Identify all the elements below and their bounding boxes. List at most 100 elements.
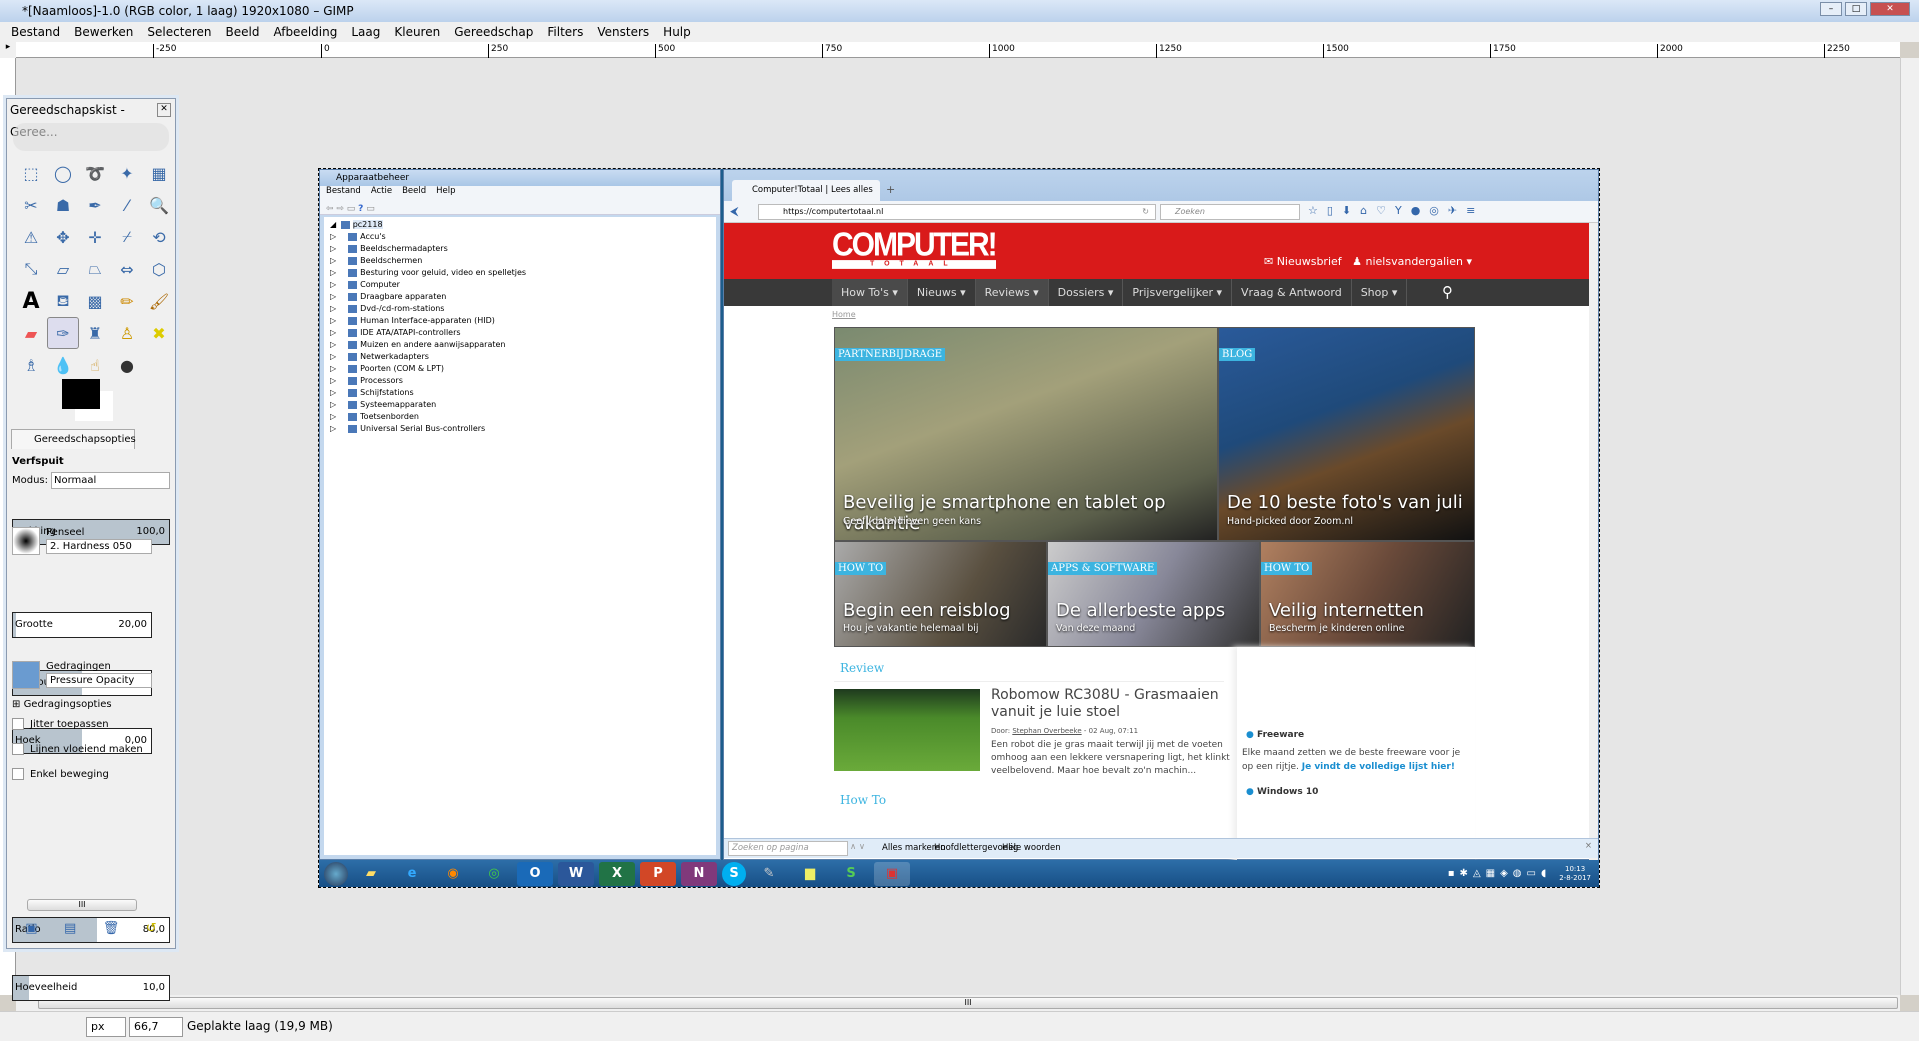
cage-icon[interactable]: ⬡ — [143, 253, 175, 285]
image-layer[interactable]: Apparaatbeheer Bestand Actie Beeld Help ⇦ ⇨… — [318, 168, 1600, 888]
move-icon[interactable]: ✥ — [47, 221, 79, 253]
scroll-thumb[interactable]: III — [38, 997, 1898, 1009]
article-card[interactable]: BLOG De 10 beste foto's van juli Hand-pi… — [1218, 327, 1475, 541]
zoom-icon[interactable]: 🔍 — [143, 189, 175, 221]
flip-icon[interactable]: ⇔ — [111, 253, 143, 285]
close-icon[interactable]: ✕ — [157, 103, 171, 117]
menu-beeld[interactable]: Beeld — [218, 22, 266, 42]
explorer-icon[interactable]: ▰ — [353, 862, 389, 886]
clone-icon[interactable]: ♙ — [111, 317, 143, 349]
start-button[interactable] — [324, 861, 348, 886]
nav-prijsvergelijker[interactable]: Prijsvergelijker ▾ — [1123, 279, 1233, 306]
blur-icon[interactable]: 💧 — [47, 349, 79, 381]
vertical-scrollbar[interactable] — [1900, 58, 1919, 995]
url-bar[interactable]: https://computertotaal.nl ↻ — [758, 204, 1156, 220]
system-tray-icons[interactable]: ▪✱◬▦◈◍▭◖ — [1448, 868, 1551, 879]
slack-icon[interactable]: S — [833, 862, 869, 886]
eraser-icon[interactable]: ▰ — [15, 317, 47, 349]
clock[interactable]: 10:13 2-8-2017 — [1551, 865, 1599, 883]
find-prev-next[interactable]: ∧ ∨ — [850, 842, 865, 852]
horizontal-scrollbar[interactable]: III — [16, 995, 1900, 1011]
unit-select[interactable]: px — [86, 1017, 126, 1037]
firefox-icon[interactable]: ◉ — [435, 862, 471, 886]
smooth-checkbox[interactable]: Lijnen vloeiend maken — [12, 738, 170, 760]
text-icon[interactable]: A — [15, 285, 47, 317]
search-icon[interactable]: ⚲ — [1442, 283, 1453, 301]
color-picker-icon[interactable]: ⁄ — [111, 189, 143, 221]
menu-afbeelding[interactable]: Afbeelding — [266, 22, 344, 42]
chrome-icon[interactable]: ◎ — [476, 862, 512, 886]
align-icon[interactable]: ✛ — [79, 221, 111, 253]
nav-reviews[interactable]: Reviews ▾ — [975, 279, 1049, 306]
tree-item[interactable]: ▷ Muizen en andere aanwijsapparaten — [330, 339, 710, 351]
tree-item[interactable]: ▷ Accu's — [330, 231, 710, 243]
devmgr-menu-item[interactable]: Help — [436, 186, 455, 200]
bucket-fill-icon[interactable]: ⛾ — [47, 285, 79, 317]
nav-dossiers[interactable]: Dossiers ▾ — [1049, 279, 1124, 306]
ellipse-select-icon[interactable]: ◯ — [47, 157, 79, 189]
powerpoint-icon[interactable]: P — [640, 861, 676, 886]
nav-howtos[interactable]: How To's ▾ — [832, 279, 908, 306]
newsletter-link[interactable]: ✉ Nieuwsbrief — [1264, 255, 1342, 268]
toolbar-icons[interactable]: ☆▯⬇⌂♡Y●◎✈≡ — [1308, 204, 1484, 217]
whole-words-button[interactable]: Hele woorden — [1002, 843, 1061, 853]
gradient-icon[interactable]: ▩ — [79, 285, 111, 317]
dynamics-options-expander[interactable]: ⊞ Gedragingsopties — [12, 699, 170, 710]
delete-options-icon[interactable]: 🗑 — [103, 921, 120, 936]
back-icon[interactable]: ⮜ — [730, 204, 739, 219]
review-author[interactable]: Stephan Overbeeke — [1012, 727, 1081, 735]
tree-item[interactable]: ▷ Besturing voor geluid, video en spellet… — [330, 267, 710, 279]
scale-icon[interactable]: ⤡ — [15, 253, 47, 285]
paint-icon[interactable]: ▣ — [874, 861, 910, 886]
onenote-icon[interactable]: N — [681, 861, 717, 886]
back-forward-icon[interactable]: ⇦ ⇨ ▭ ? ▭ — [320, 204, 375, 214]
mode-select[interactable]: Normaal — [51, 472, 170, 489]
new-tab-button[interactable]: + — [886, 183, 895, 196]
search-input[interactable]: Zoeken — [1160, 204, 1300, 220]
menu-gereedschap[interactable]: Gereedschap — [447, 22, 540, 42]
restore-options-icon[interactable]: ▤ — [64, 921, 76, 936]
jitter-checkbox[interactable]: Jitter toepassen — [12, 713, 170, 735]
airbrush-icon[interactable]: ✑ — [47, 317, 79, 349]
find-input[interactable]: Zoeken op pagina — [728, 841, 848, 856]
outlook-icon[interactable]: O — [517, 861, 553, 886]
skype-icon[interactable]: S — [722, 861, 746, 886]
quick-mask-toggle[interactable]: ▸ — [0, 42, 16, 58]
article-card[interactable]: PARTNERBIJDRAGE Beveilig je smartphone e… — [834, 327, 1218, 541]
close-button[interactable]: ✕ — [1870, 2, 1910, 16]
devmgr-menu-item[interactable]: Actie — [371, 186, 392, 200]
menu-vensters[interactable]: Vensters — [590, 22, 656, 42]
color-select-icon[interactable]: ▦ — [143, 157, 175, 189]
excel-icon[interactable]: X — [599, 861, 635, 886]
tree-item[interactable]: ▷ Poorten (COM & LPT) — [330, 363, 710, 375]
tree-item[interactable]: ▷ Schijfstations — [330, 387, 710, 399]
devmgr-menu-item[interactable]: Bestand — [326, 186, 361, 200]
review-title[interactable]: Robomow RC308U - Grasmaaien vanuit je lu… — [991, 687, 1231, 721]
paths-icon[interactable]: ✒ — [79, 189, 111, 221]
options-scrollbar[interactable]: III — [27, 899, 137, 911]
devmgr-menu-item[interactable]: Beeld — [402, 186, 426, 200]
maximize-button[interactable]: □ — [1845, 2, 1867, 16]
breadcrumb[interactable]: Home — [832, 310, 856, 319]
fuzzy-select-icon[interactable]: ✦ — [111, 157, 143, 189]
tab-tool-options[interactable]: Gereedschapsopties — [11, 429, 136, 449]
smudge-icon[interactable]: ☝ — [79, 349, 111, 381]
menu-filters[interactable]: Filters — [540, 22, 590, 42]
tree-item[interactable]: ▷ Systeemapparaten — [330, 399, 710, 411]
menu-bestand[interactable]: Bestand — [4, 22, 67, 42]
find-close-button[interactable]: × — [1585, 841, 1592, 851]
nav-vraag-antwoord[interactable]: Vraag & Antwoord — [1232, 279, 1352, 306]
save-options-icon[interactable]: ▣ — [25, 921, 37, 936]
tree-root[interactable]: ◢ pc2118 — [330, 219, 710, 231]
tree-item[interactable]: ▷ Human Interface-apparaten (HID) — [330, 315, 710, 327]
reload-icon[interactable]: ↻ — [1142, 205, 1149, 219]
tree-item[interactable]: ▷ IDE ATA/ATAPI-controllers — [330, 327, 710, 339]
size-slider[interactable]: Grootte 20,00 — [12, 612, 152, 638]
reset-options-icon[interactable]: ↺ — [146, 921, 157, 936]
brush-select[interactable]: 2. Hardness 050 — [46, 539, 152, 554]
perspective-clone-icon[interactable]: ♗ — [15, 349, 47, 381]
gimp-icon[interactable]: ✎ — [751, 862, 787, 886]
rect-select-icon[interactable]: ⬚ — [15, 157, 47, 189]
nav-shop[interactable]: Shop ▾ — [1352, 279, 1408, 306]
foreground-select-icon[interactable]: ☗ — [47, 189, 79, 221]
